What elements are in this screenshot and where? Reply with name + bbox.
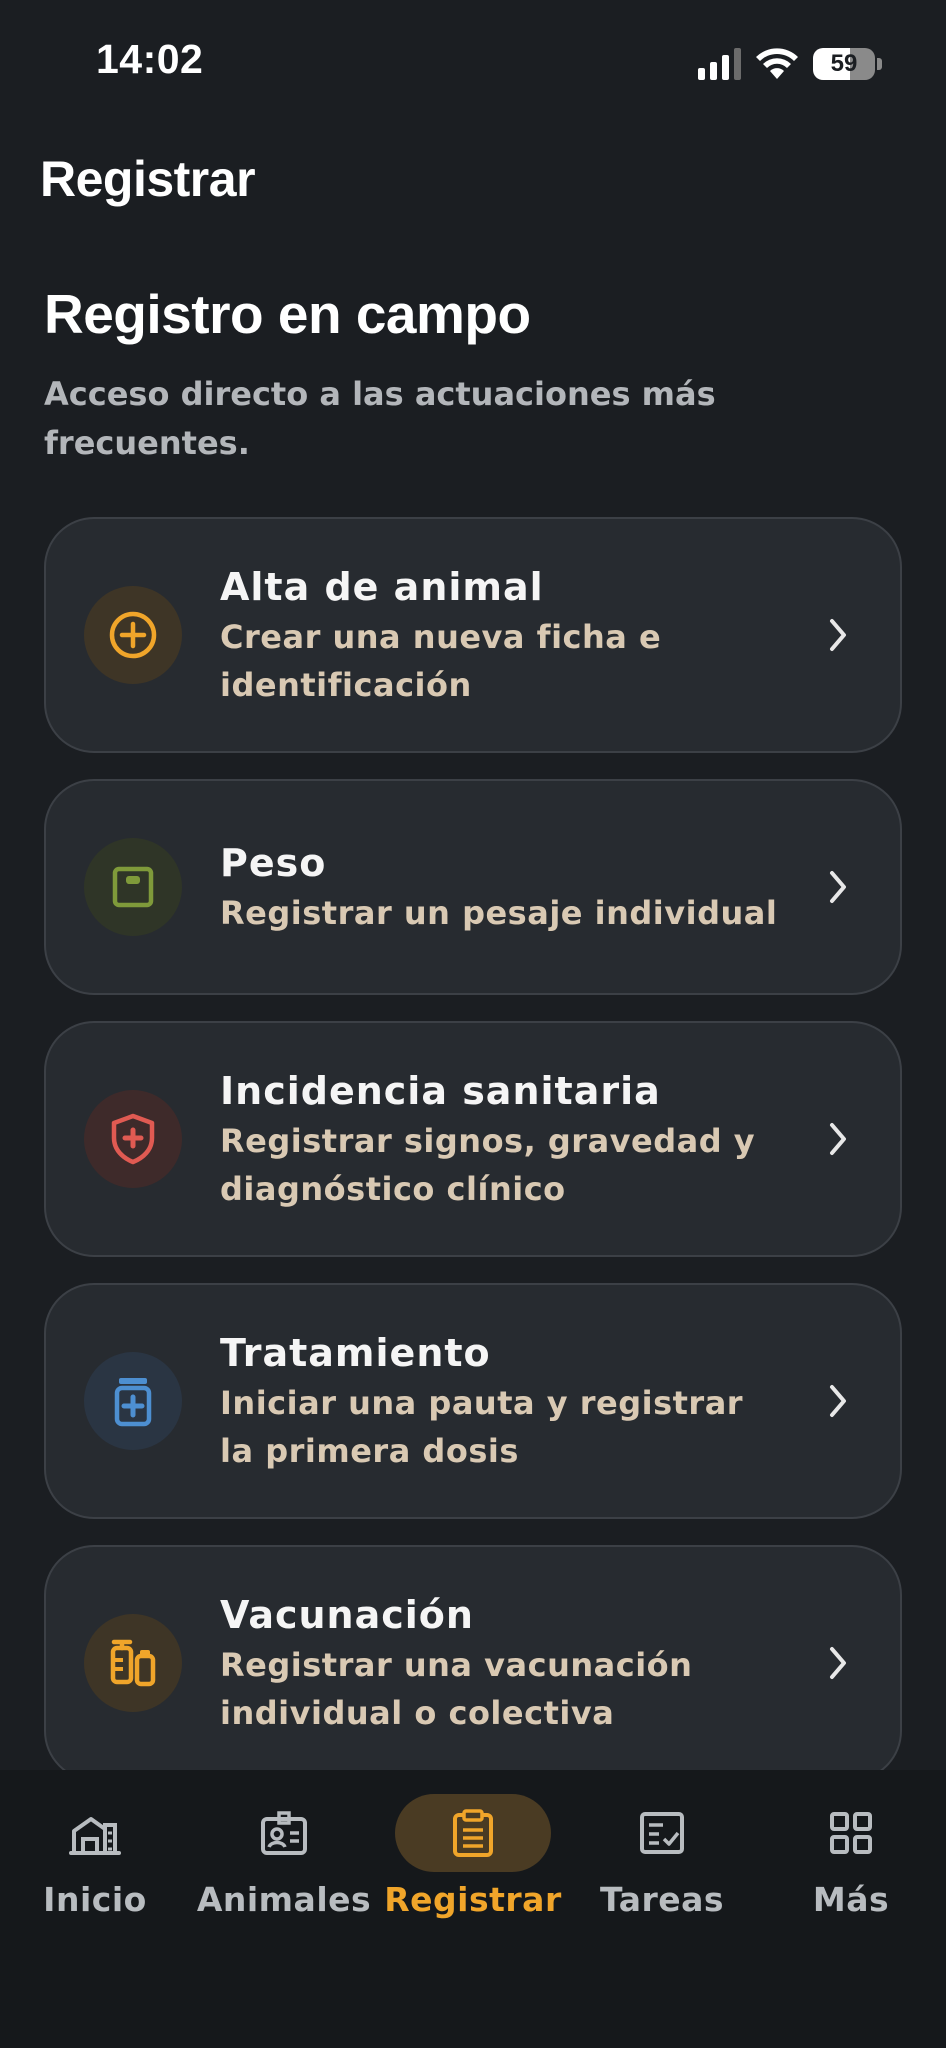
action-text: Tratamiento Iniciar una pauta y registra… <box>220 1327 900 1475</box>
plus-circle-icon <box>84 586 182 684</box>
action-card-tratamiento[interactable]: Tratamiento Iniciar una pauta y registra… <box>44 1283 902 1519</box>
chevron-right-icon <box>830 1647 846 1679</box>
action-description: Registrar un pesaje individual <box>220 894 778 932</box>
action-card-peso[interactable]: Peso Registrar un pesaje individual <box>44 779 902 995</box>
battery-tip <box>877 58 882 70</box>
action-title: Incidencia sanitaria <box>220 1069 661 1113</box>
status-bar: 14:02 59 <box>0 0 946 110</box>
tab-label: Animales <box>196 1880 372 1919</box>
grid-icon <box>830 1812 872 1854</box>
task-check-icon <box>640 1812 684 1854</box>
tab-animales[interactable]: Animales <box>189 1794 379 1954</box>
section-subtitle: Acceso directo a las actuaciones más fre… <box>44 375 716 462</box>
tab-label: Más <box>812 1880 890 1919</box>
action-description: Crear una nueva ficha e identificación <box>220 618 662 704</box>
action-card-alta-animal[interactable]: Alta de animal Crear una nueva ficha e i… <box>44 517 902 753</box>
tab-label: Inicio <box>43 1880 147 1919</box>
action-description: Registrar signos, gravedad y diagnóstico… <box>220 1122 756 1208</box>
tab-pill <box>17 1794 173 1872</box>
tab-pill <box>773 1794 929 1872</box>
action-title: Vacunación <box>220 1593 474 1637</box>
shield-plus-icon <box>84 1090 182 1188</box>
tab-tareas[interactable]: Tareas <box>567 1794 757 1954</box>
tab-label: Registrar <box>384 1880 562 1919</box>
action-text: Alta de animal Crear una nueva ficha e i… <box>220 561 900 709</box>
battery-icon: 59 <box>813 48 875 80</box>
page-title: Registrar <box>40 151 256 207</box>
action-list: Alta de animal Crear una nueva ficha e i… <box>44 517 902 1807</box>
vaccine-icon <box>84 1614 182 1712</box>
action-title: Tratamiento <box>220 1331 491 1375</box>
action-text: Incidencia sanitaria Registrar signos, g… <box>220 1065 900 1213</box>
action-description: Registrar una vacunación individual o co… <box>220 1646 693 1732</box>
action-card-vacunacion[interactable]: Vacunación Registrar una vacunación indi… <box>44 1545 902 1781</box>
tab-pill <box>584 1794 740 1872</box>
action-title: Peso <box>220 841 327 885</box>
tab-mas[interactable]: Más <box>756 1794 946 1954</box>
tab-pill-active <box>395 1794 551 1872</box>
action-text: Peso Registrar un pesaje individual <box>220 837 897 937</box>
farm-icon <box>69 1817 121 1855</box>
wifi-icon <box>756 48 798 79</box>
chevron-right-icon <box>830 1123 846 1155</box>
tab-label: Tareas <box>599 1880 725 1919</box>
chevron-right-icon <box>830 1385 846 1417</box>
action-title: Alta de animal <box>220 565 544 609</box>
chevron-right-icon <box>830 619 846 651</box>
section-title: Registro en campo <box>44 283 531 345</box>
medicine-jar-icon <box>84 1352 182 1450</box>
animal-id-icon <box>261 1811 307 1855</box>
action-text: Vacunación Registrar una vacunación indi… <box>220 1589 900 1737</box>
action-description: Iniciar una pauta y registrar la primera… <box>220 1384 744 1470</box>
chevron-right-icon <box>830 871 846 903</box>
clipboard-icon <box>453 1809 493 1857</box>
action-card-incidencia-sanitaria[interactable]: Incidencia sanitaria Registrar signos, g… <box>44 1021 902 1257</box>
tab-inicio[interactable]: Inicio <box>0 1794 190 1954</box>
status-icons: 59 <box>698 44 882 84</box>
battery-percentage: 59 <box>830 50 858 77</box>
status-time: 14:02 <box>96 36 204 82</box>
scale-icon <box>84 838 182 936</box>
tab-pill <box>206 1794 362 1872</box>
cellular-signal-icon <box>698 48 741 80</box>
bottom-tab-bar: Inicio Animales Registrar Tareas Más <box>0 1770 946 2048</box>
tab-registrar[interactable]: Registrar <box>378 1794 568 1954</box>
